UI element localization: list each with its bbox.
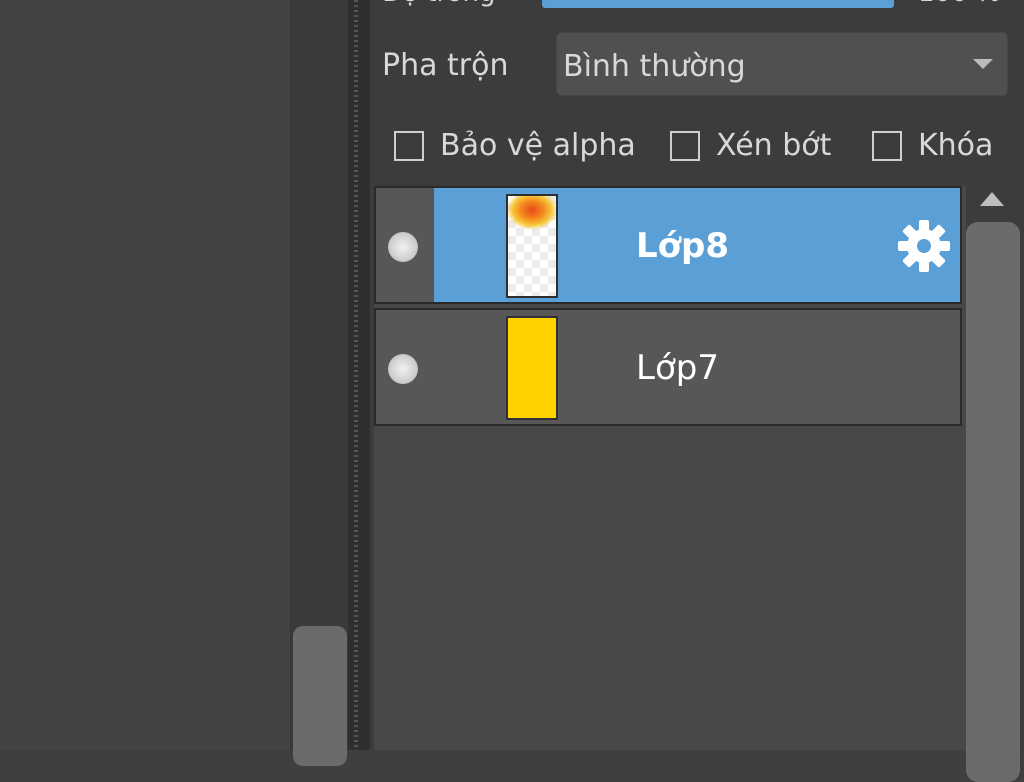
opacity-slider[interactable] [542,0,894,8]
layer-main[interactable]: Lớp8 [434,188,960,302]
clipping-label: Xén bớt [716,128,832,163]
layers-panel: Độ trong 100 % Pha trộn Bình thường Bảo … [370,0,1024,782]
alpha-protect-checkbox[interactable]: Bảo vệ alpha [394,128,636,163]
checkbox-box[interactable] [670,130,700,161]
alpha-protect-label: Bảo vệ alpha [440,128,636,163]
blend-mode-value: Bình thường [563,49,746,84]
layer-row-7[interactable]: Lớp7 [374,308,962,426]
clipping-checkbox[interactable]: Xén bớt [670,128,831,163]
layer-list-scrollbar[interactable] [966,186,1024,782]
layer-name: Lớp7 [636,348,719,388]
visibility-dot-icon[interactable] [388,354,418,384]
opacity-value: 100 % [918,0,1001,8]
layer-main[interactable]: Lớp7 [434,310,960,424]
scroll-up-arrow-icon[interactable] [980,192,1004,206]
visibility-dot-icon[interactable] [388,232,418,262]
panel-splitter[interactable] [348,0,370,750]
canvas-area[interactable] [0,0,290,750]
canvas-scrollbar[interactable] [290,0,349,766]
visibility-toggle[interactable] [376,188,434,302]
layer-row-8[interactable]: Lớp8 [374,186,962,304]
opacity-row: Độ trong 100 % [370,0,1024,8]
layer-list: Lớp8 Lớp7 [374,186,966,750]
splitter-grip [354,0,358,750]
layer-list-scrollbar-thumb[interactable] [966,222,1020,782]
chevron-down-icon [973,59,993,69]
lock-checkbox[interactable]: Khóa [872,128,993,163]
blend-mode-label: Pha trộn [382,48,509,83]
gear-icon[interactable] [896,218,952,274]
visibility-toggle[interactable] [376,310,434,424]
checkbox-box[interactable] [394,130,424,161]
lock-label: Khóa [918,128,994,163]
blend-mode-select[interactable]: Bình thường [556,32,1008,96]
layer-name: Lớp8 [636,226,730,266]
opacity-label: Độ trong [382,0,496,8]
checkbox-box[interactable] [872,130,902,161]
layer-thumbnail [506,316,558,420]
canvas-scrollbar-thumb[interactable] [293,626,347,766]
layer-thumbnail [506,194,558,298]
